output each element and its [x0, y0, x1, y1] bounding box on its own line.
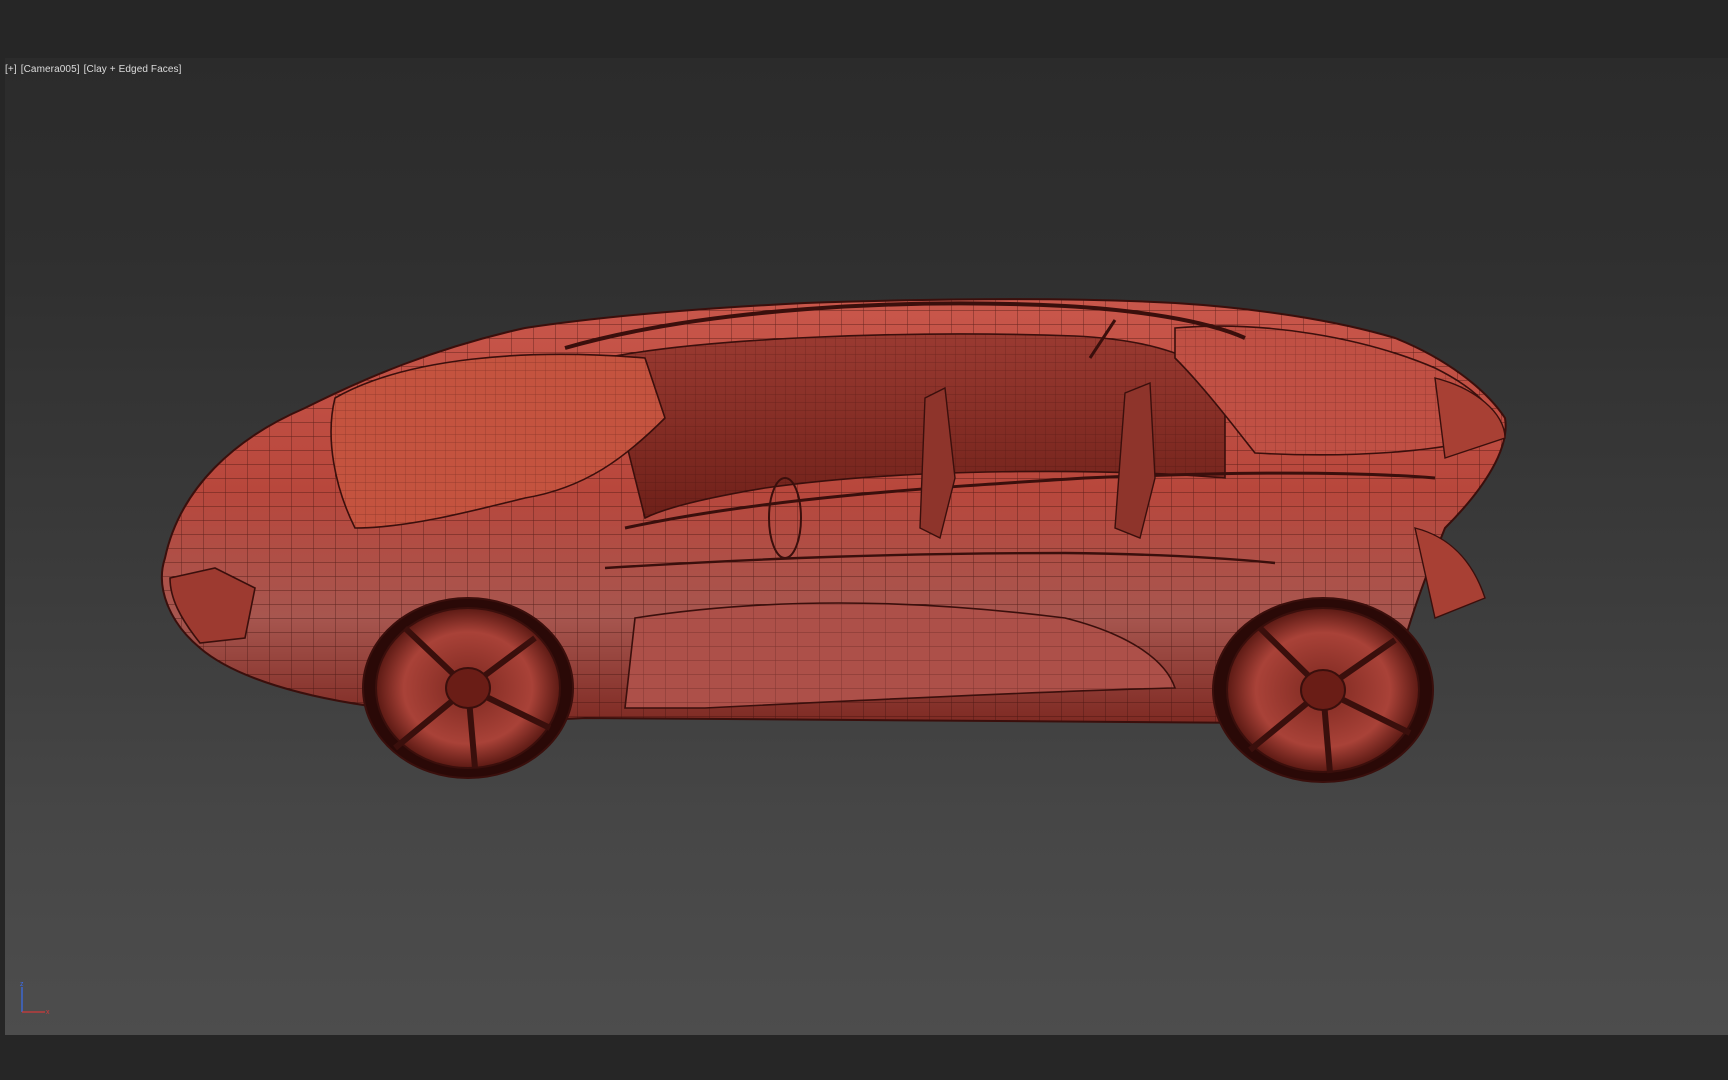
axis-x-label: x [46, 1009, 50, 1016]
3ds-max-app: [+] [Camera005] [Clay + Edged Faces] z x [0, 0, 1728, 1080]
axis-z-label: z [20, 981, 24, 988]
rear-wheel [1212, 597, 1434, 783]
camera-viewport[interactable]: [+] [Camera005] [Clay + Edged Faces] z x [5, 58, 1728, 1035]
top-empty-area [0, 0, 1728, 58]
axis-tripod-icon: z x [20, 981, 50, 1016]
car-model[interactable] [5, 58, 1728, 1035]
front-wheel [362, 597, 574, 779]
bottom-empty-area [0, 1035, 1728, 1080]
